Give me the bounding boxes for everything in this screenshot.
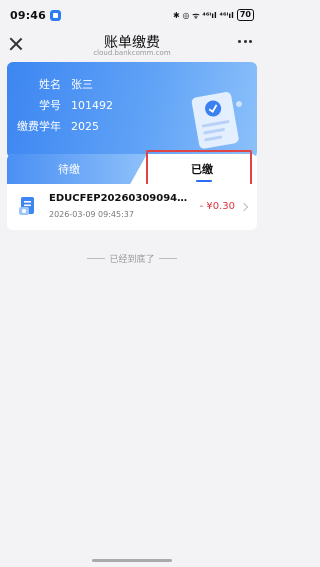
info-value: 2025 xyxy=(71,119,99,133)
nav-bar: 账单缴费 cloud.bankcomm.com xyxy=(0,30,264,60)
info-label: 姓名 xyxy=(39,78,61,91)
divider xyxy=(87,258,106,259)
divider xyxy=(158,258,177,259)
end-of-list-text: 已经到底了 xyxy=(109,255,155,265)
info-value: 张三 xyxy=(71,78,93,91)
more-icon[interactable] xyxy=(238,40,252,43)
info-row-name: 姓名 张三 xyxy=(7,75,93,93)
active-tab-indicator xyxy=(196,180,212,182)
tab-pending[interactable]: 待缴 xyxy=(7,154,147,184)
battery-icon: 70 xyxy=(236,9,254,21)
bill-amount: - ¥0.30 xyxy=(199,201,235,212)
home-indicator[interactable] xyxy=(92,559,172,562)
info-value: 101492 xyxy=(71,98,113,112)
bill-document-icon xyxy=(19,197,34,215)
bill-timestamp: 2026-03-09 09:45:37 xyxy=(49,210,134,219)
end-of-list: 已经到底了 xyxy=(0,252,264,265)
certificate-illustration-icon xyxy=(191,92,242,149)
status-indicators: ✱ ◎ ᯤ ⁴⁶ᴵıl ⁴⁶ᴵıl 70 xyxy=(173,9,254,21)
bill-order-number: EDUCFEP202603090945... xyxy=(49,193,189,204)
chevron-right-icon xyxy=(239,202,249,212)
signal-icons: ✱ ◎ ᯤ ⁴⁶ᴵıl ⁴⁶ᴵıl xyxy=(172,10,234,20)
status-bar: 09:46 ✱ ◎ ᯤ ⁴⁶ᴵıl ⁴⁶ᴵıl 70 xyxy=(0,0,264,30)
student-info-card: 姓名 张三 学号 101492 缴费学年 2025 xyxy=(7,62,257,158)
info-label: 学号 xyxy=(39,99,61,112)
bill-tabs: 待缴 已缴 xyxy=(7,154,257,184)
info-label: 缴费学年 xyxy=(17,120,61,133)
page-domain: cloud.bankcomm.com xyxy=(93,49,171,57)
app-notification-icon xyxy=(50,9,62,21)
info-row-year: 缴费学年 2025 xyxy=(7,117,99,135)
status-time: 09:46 xyxy=(10,8,47,22)
bill-list-item[interactable]: EDUCFEP202603090945... 2026-03-09 09:45:… xyxy=(7,184,257,230)
info-row-student-id: 学号 101492 xyxy=(7,96,113,114)
